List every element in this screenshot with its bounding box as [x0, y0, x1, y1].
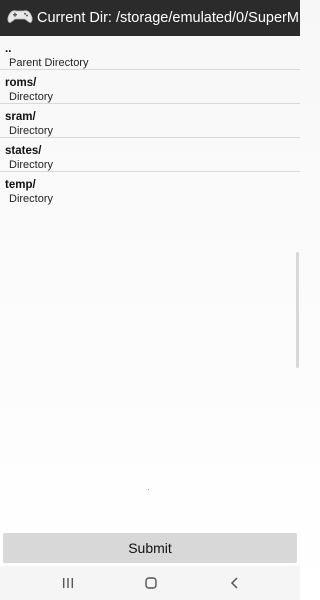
submit-button[interactable]: Submit [3, 533, 297, 563]
entry-description: Directory [9, 193, 54, 205]
entry-name: roms/ [5, 77, 37, 89]
back-icon[interactable] [223, 573, 247, 593]
entry-description: Directory [9, 91, 54, 103]
scrollbar-handle[interactable] [296, 252, 299, 368]
list-item-temp[interactable]: temp/ Directory [0, 172, 300, 206]
entry-description: Directory [9, 125, 54, 137]
artifact-dot [148, 489, 149, 490]
list-item-states[interactable]: states/ Directory [0, 138, 300, 172]
home-icon[interactable] [139, 573, 163, 593]
entry-name: states/ [5, 145, 42, 157]
gamepad-icon [7, 7, 33, 29]
system-nav-bar [0, 566, 300, 600]
entry-description: Directory [9, 159, 54, 171]
entry-description: Parent Directory [9, 57, 89, 69]
title-bar: Current Dir: /storage/emulated/0/SuperMD [0, 0, 300, 36]
entry-name: sram/ [5, 111, 36, 123]
entry-name: temp/ [5, 179, 36, 191]
list-item-sram[interactable]: sram/ Directory [0, 104, 300, 138]
entry-name: .. [5, 43, 12, 55]
current-dir-title: Current Dir: /storage/emulated/0/SuperMD [37, 10, 300, 26]
file-list: .. Parent Directory roms/ Directory sram… [0, 36, 300, 206]
recents-icon[interactable] [56, 573, 80, 593]
list-item-roms[interactable]: roms/ Directory [0, 70, 300, 104]
list-item-parent-directory[interactable]: .. Parent Directory [0, 36, 300, 70]
